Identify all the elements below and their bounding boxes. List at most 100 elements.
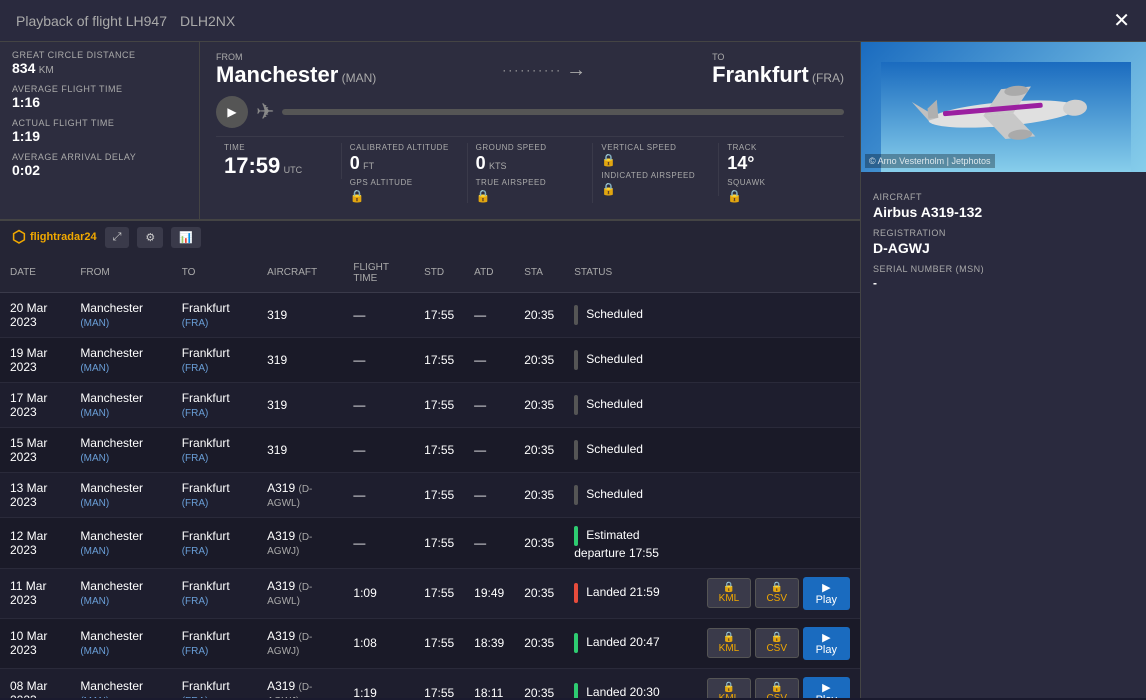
cell-flight-time: 1:09: [343, 568, 414, 618]
cell-from: Manchester (MAN): [70, 668, 171, 698]
cell-sta: 20:35: [514, 382, 564, 427]
cell-date: 12 Mar 2023: [0, 517, 70, 568]
cell-atd: —: [464, 472, 514, 517]
col-sta: STA: [514, 254, 564, 293]
cell-aircraft: A319 (D-AGWJ): [257, 517, 343, 568]
progress-bar[interactable]: [282, 109, 844, 115]
cell-aircraft: 319: [257, 382, 343, 427]
cell-status: Estimated departure 17:55: [564, 517, 697, 568]
cell-aircraft: 319: [257, 292, 343, 337]
tas-lock-icon: 🔒: [476, 189, 585, 203]
fr24-logo: ⬡ flightradar24: [12, 227, 97, 247]
table-row: 20 Mar 2023 Manchester (MAN) Frankfurt (…: [0, 292, 860, 337]
cell-from: Manchester (MAN): [70, 382, 171, 427]
cell-flight-time: —: [343, 427, 414, 472]
row-actions: 🔒 KML 🔒 CSV ▶ Play: [707, 627, 850, 660]
cell-status: Scheduled: [564, 427, 697, 472]
col-from: FROM: [70, 254, 171, 293]
cell-std: 17:55: [414, 292, 464, 337]
cell-date: 11 Mar 2023: [0, 568, 70, 618]
cell-actions: [697, 517, 860, 568]
cell-sta: 20:35: [514, 568, 564, 618]
cell-actions: [697, 337, 860, 382]
play-flight-button[interactable]: ▶ Play: [803, 677, 850, 698]
vs-lock-icon: 🔒: [601, 153, 710, 167]
col-flight-time: FLIGHT TIME: [343, 254, 414, 293]
cell-to: Frankfurt (FRA): [172, 668, 257, 698]
great-circle-stat: GREAT CIRCLE DISTANCE 834 KM: [12, 50, 187, 76]
cell-date: 15 Mar 2023: [0, 427, 70, 472]
cell-flight-time: —: [343, 472, 414, 517]
table-row: 11 Mar 2023 Manchester (MAN) Frankfurt (…: [0, 568, 860, 618]
cell-to: Frankfurt (FRA): [172, 382, 257, 427]
cell-atd: —: [464, 292, 514, 337]
row-actions: 🔒 KML 🔒 CSV ▶ Play: [707, 677, 850, 698]
main-layout: GREAT CIRCLE DISTANCE 834 KM AVERAGE FLI…: [0, 42, 1146, 698]
status-indicator: [574, 583, 578, 603]
settings-button[interactable]: ⚙: [137, 227, 163, 248]
cell-std: 17:55: [414, 382, 464, 427]
csv-button[interactable]: 🔒 CSV: [755, 678, 799, 698]
col-atd: ATD: [464, 254, 514, 293]
cell-from: Manchester (MAN): [70, 427, 171, 472]
cell-status: Scheduled: [564, 472, 697, 517]
cell-aircraft: A319 (D-AGWL): [257, 568, 343, 618]
cell-date: 08 Mar 2023: [0, 668, 70, 698]
status-indicator: [574, 305, 578, 325]
table-row: 19 Mar 2023 Manchester (MAN) Frankfurt (…: [0, 337, 860, 382]
cell-actions: [697, 427, 860, 472]
cell-flight-time: —: [343, 337, 414, 382]
cell-sta: 20:35: [514, 618, 564, 668]
chart-button[interactable]: 📊: [171, 227, 201, 248]
kml-button[interactable]: 🔒 KML: [707, 628, 751, 658]
status-indicator: [574, 526, 578, 546]
cell-aircraft: A319 (D-AGWJ): [257, 668, 343, 698]
left-panel: GREAT CIRCLE DISTANCE 834 KM AVERAGE FLI…: [0, 42, 860, 698]
table-row: 12 Mar 2023 Manchester (MAN) Frankfurt (…: [0, 517, 860, 568]
kml-button[interactable]: 🔒 KML: [707, 578, 751, 608]
cell-from: Manchester (MAN): [70, 337, 171, 382]
cell-atd: —: [464, 382, 514, 427]
cell-sta: 20:35: [514, 337, 564, 382]
status-indicator: [574, 350, 578, 370]
table-row: 08 Mar 2023 Manchester (MAN) Frankfurt (…: [0, 668, 860, 698]
status-indicator: [574, 440, 578, 460]
kml-button[interactable]: 🔒 KML: [707, 678, 751, 698]
route-arrow: ·········· →: [388, 59, 700, 82]
table-row: 17 Mar 2023 Manchester (MAN) Frankfurt (…: [0, 382, 860, 427]
col-status: STATUS: [564, 254, 697, 293]
cell-flight-time: —: [343, 292, 414, 337]
status-indicator: [574, 485, 578, 505]
cell-status: Scheduled: [564, 337, 697, 382]
from-airport: FROM Manchester (MAN): [216, 52, 376, 88]
status-indicator: [574, 395, 578, 415]
table-row: 15 Mar 2023 Manchester (MAN) Frankfurt (…: [0, 427, 860, 472]
cell-from: Manchester (MAN): [70, 568, 171, 618]
cell-actions: 🔒 KML 🔒 CSV ▶ Play: [697, 568, 860, 618]
csv-button[interactable]: 🔒 CSV: [755, 578, 799, 608]
cell-std: 17:55: [414, 337, 464, 382]
ground-speed-field: GROUND SPEED 0 KTS TRUE AIRSPEED 🔒: [468, 143, 594, 203]
playback-row: ▶ ✈: [216, 96, 844, 128]
cell-std: 17:55: [414, 427, 464, 472]
playback-play-button[interactable]: ▶: [216, 96, 248, 128]
track-field: TRACK 14° SQUAWK 🔒: [719, 143, 844, 203]
csv-button[interactable]: 🔒 CSV: [755, 628, 799, 658]
cell-aircraft: 319: [257, 427, 343, 472]
avg-arrival-stat: AVERAGE ARRIVAL DELAY 0:02: [12, 152, 187, 178]
expand-button[interactable]: ⤢: [105, 227, 130, 248]
play-flight-button[interactable]: ▶ Play: [803, 627, 850, 660]
cell-flight-time: 1:08: [343, 618, 414, 668]
vertical-speed-field: VERTICAL SPEED 🔒 INDICATED AIRSPEED 🔒: [593, 143, 719, 196]
cell-flight-time: —: [343, 382, 414, 427]
photo-credit: © Arno Vesterholm | Jetphotos: [865, 154, 995, 168]
play-flight-button[interactable]: ▶ Play: [803, 577, 850, 610]
cell-date: 10 Mar 2023: [0, 618, 70, 668]
cell-date: 20 Mar 2023: [0, 292, 70, 337]
route-top: FROM Manchester (MAN) ·········· → TO F: [216, 52, 844, 88]
close-button[interactable]: ✕: [1113, 8, 1130, 33]
gps-lock-icon: 🔒: [350, 189, 459, 203]
cell-date: 13 Mar 2023: [0, 472, 70, 517]
cell-std: 17:55: [414, 668, 464, 698]
cell-flight-time: —: [343, 517, 414, 568]
